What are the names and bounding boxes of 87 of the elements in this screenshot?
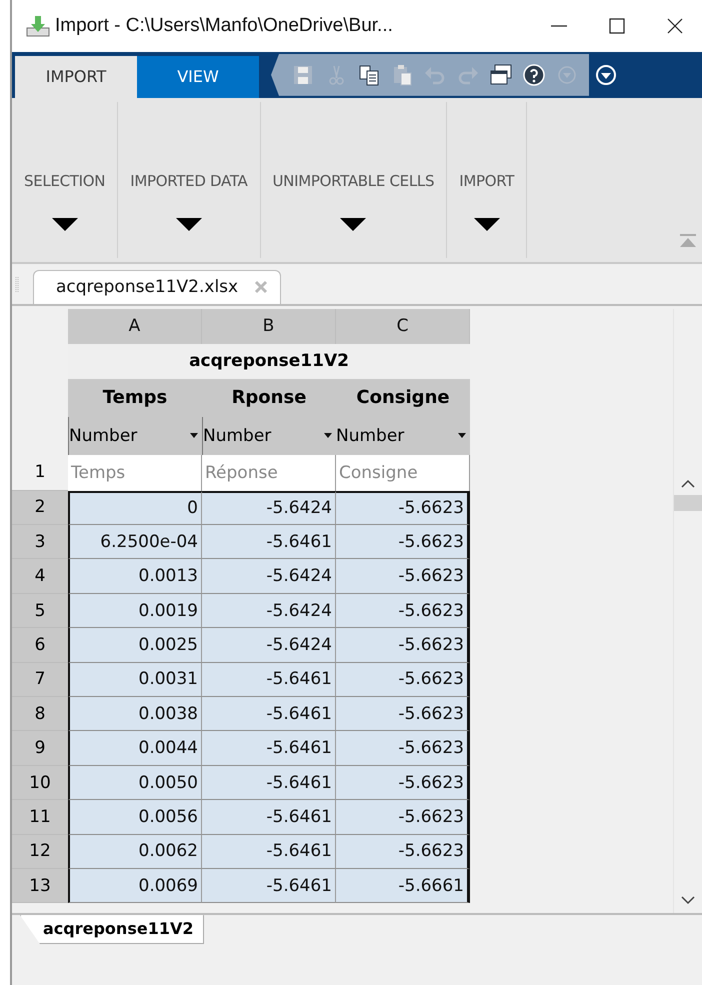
scroll-down-icon[interactable] xyxy=(681,895,695,906)
grip-icon xyxy=(15,276,19,294)
table-cell: -5.6461 xyxy=(202,697,336,732)
table-cell: -5.6623 xyxy=(336,490,470,526)
table-cell: 0.0031 xyxy=(68,662,202,698)
table-cell: 0.0044 xyxy=(68,731,202,766)
sheet-tab[interactable]: acqreponse11V2 xyxy=(20,915,204,944)
caret-icon xyxy=(324,433,332,438)
table-cell: 0.0038 xyxy=(68,697,202,732)
help-icon[interactable] xyxy=(522,62,546,87)
close-icon[interactable] xyxy=(254,280,268,294)
expand-icon[interactable] xyxy=(595,64,617,86)
table-cell: -5.6461 xyxy=(202,525,336,560)
copy-icon[interactable] xyxy=(357,62,381,87)
table-cell: 0.0062 xyxy=(68,834,202,869)
row-number: 10 xyxy=(12,766,68,800)
collapse-icon[interactable] xyxy=(680,234,696,248)
column-name: Consigne xyxy=(336,378,470,417)
type-dropdown[interactable]: Number xyxy=(68,416,202,455)
table-cell: 0.0019 xyxy=(68,594,202,628)
table-cell: 0.0056 xyxy=(68,800,202,835)
table-cell: -5.6623 xyxy=(336,731,470,766)
table-cell: 0.0069 xyxy=(68,868,202,904)
table-cell: -5.6424 xyxy=(202,594,336,628)
table-cell: -5.6623 xyxy=(336,594,470,628)
column-header: B xyxy=(202,308,336,344)
table-cell: -5.6661 xyxy=(336,868,470,904)
scrollbar-thumb[interactable] xyxy=(674,494,702,511)
table-cell: 0 xyxy=(68,490,202,526)
table-cell: 6.2500e-04 xyxy=(68,525,202,560)
row-number: 7 xyxy=(12,662,68,698)
type-dropdown[interactable]: Number xyxy=(336,416,470,455)
ribbon-section-button[interactable]: IMPORTED DATA xyxy=(118,102,260,258)
ribbon-tab[interactable]: IMPORT xyxy=(15,56,137,98)
column-header: A xyxy=(68,308,202,344)
row-number: 8 xyxy=(12,697,68,732)
caret-icon xyxy=(340,218,366,232)
caret-icon xyxy=(176,218,202,232)
table-cell: 0.0025 xyxy=(68,628,202,663)
ribbon-section-button[interactable]: UNIMPORTABLE CELLS xyxy=(260,102,448,258)
windows-icon[interactable] xyxy=(489,62,513,87)
table-cell: -5.6623 xyxy=(336,559,470,594)
table-cell: -5.6424 xyxy=(202,490,336,526)
table-cell: 0.0013 xyxy=(68,559,202,594)
table-cell: -5.6623 xyxy=(336,662,470,698)
table-cell: -5.6461 xyxy=(202,834,336,869)
ribbon-section-button[interactable]: SELECTION xyxy=(12,102,118,258)
ribbon-tab[interactable]: VIEW xyxy=(137,56,259,98)
table-cell: -5.6424 xyxy=(202,559,336,594)
row-number: 12 xyxy=(12,834,68,869)
row-number: 9 xyxy=(12,731,68,766)
column-name: Rponse xyxy=(202,378,336,417)
table-cell: 0.0050 xyxy=(68,766,202,800)
table-cell: -5.6623 xyxy=(336,766,470,800)
table-cell: -5.6461 xyxy=(202,868,336,904)
file-tab[interactable]: acqreponse11V2.xlsx xyxy=(33,270,282,304)
window-title: Import - C:\Users\Manfo\OneDrive\Bur... xyxy=(55,14,393,37)
caret-icon xyxy=(474,218,500,232)
table-cell: Réponse xyxy=(202,454,336,491)
table-cell: Consigne xyxy=(336,454,470,491)
scroll-up-icon[interactable] xyxy=(681,478,695,489)
column-header: C xyxy=(336,308,470,344)
import-icon xyxy=(26,14,50,37)
row-number: 6 xyxy=(12,628,68,663)
row-number: 3 xyxy=(12,525,68,560)
table-cell: -5.6623 xyxy=(336,628,470,663)
table-cell: -5.6623 xyxy=(336,800,470,835)
table-cell: -5.6461 xyxy=(202,731,336,766)
table-cell: -5.6461 xyxy=(202,766,336,800)
table-cell: -5.6623 xyxy=(336,834,470,869)
caret-icon xyxy=(458,433,466,438)
table-cell: -5.6623 xyxy=(336,697,470,732)
ribbon-section-button[interactable]: IMPORT xyxy=(447,102,528,258)
column-name: Temps xyxy=(68,378,202,417)
table-cell: -5.6461 xyxy=(202,662,336,698)
row-number: 5 xyxy=(12,594,68,628)
table-cell: -5.6461 xyxy=(202,800,336,835)
table-cell: -5.6424 xyxy=(202,628,336,663)
table-cell: Temps xyxy=(68,454,202,491)
caret-icon xyxy=(190,433,198,438)
row-number: 13 xyxy=(12,868,68,904)
type-dropdown[interactable]: Number xyxy=(202,416,336,455)
row-number: 2 xyxy=(12,490,68,526)
table-cell: -5.6623 xyxy=(336,525,470,560)
row-number: 4 xyxy=(12,559,68,594)
caret-icon xyxy=(52,218,78,232)
row-number: 11 xyxy=(12,800,68,835)
